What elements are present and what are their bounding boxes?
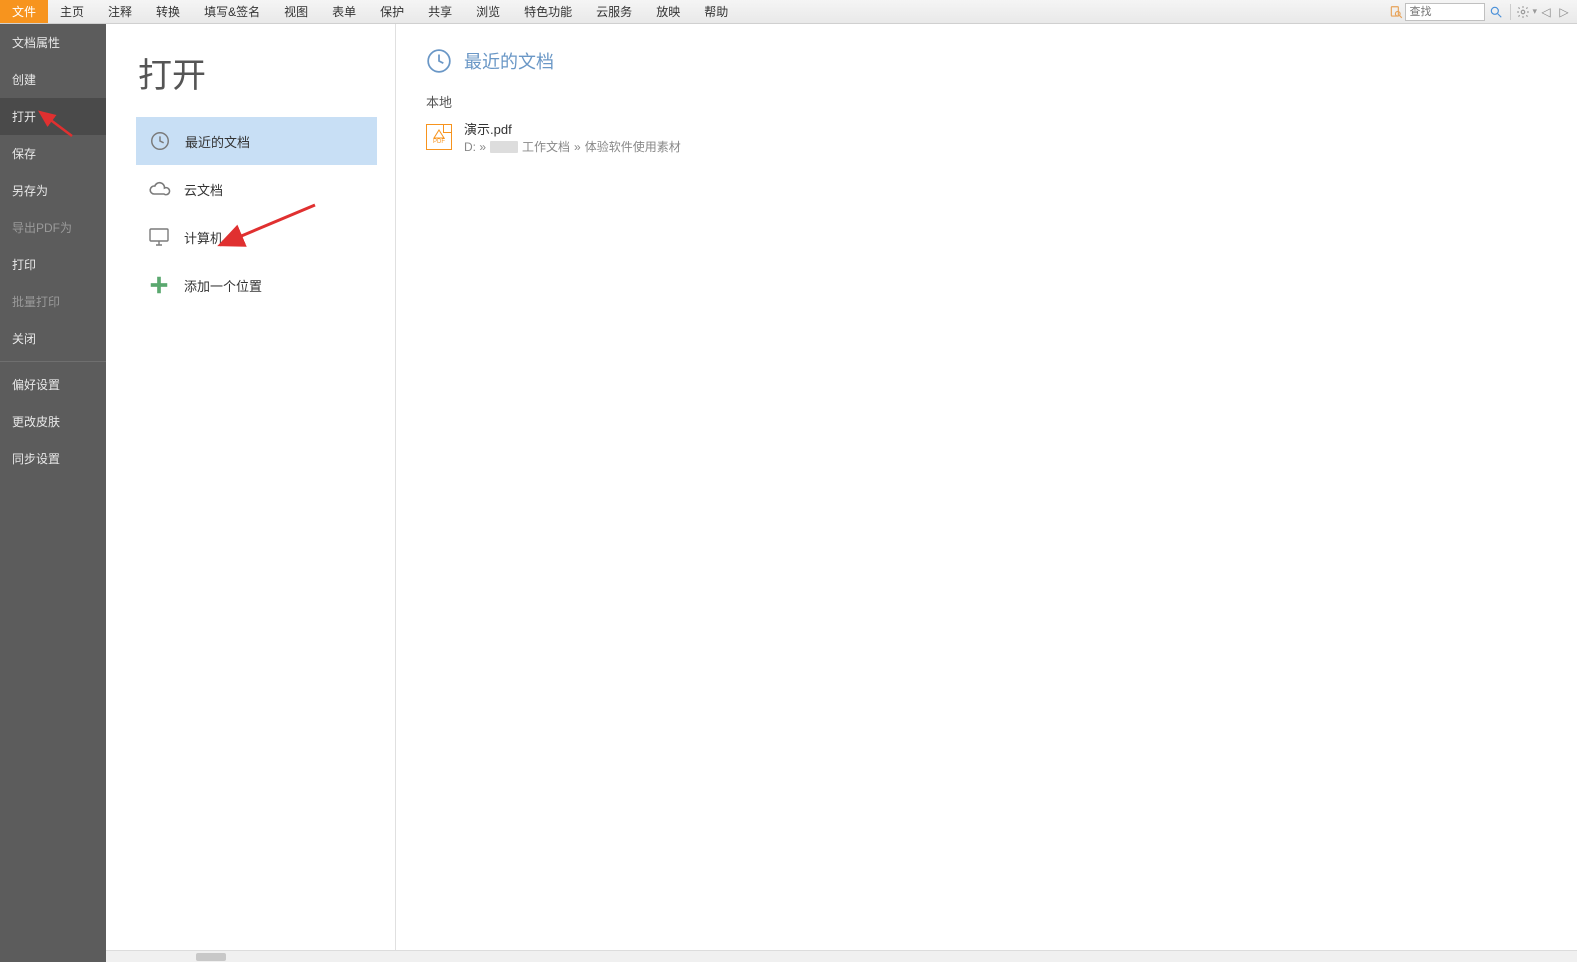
blurred-segment [490, 141, 518, 153]
sidebar-item-skin[interactable]: 更改皮肤 [0, 403, 106, 440]
sidebar-item-sync[interactable]: 同步设置 [0, 440, 106, 477]
option-label: 添加一个位置 [184, 276, 262, 295]
sidebar-item-close[interactable]: 关闭 [0, 320, 106, 357]
sidebar-item-open[interactable]: 打开 [0, 98, 106, 135]
nav-prev-icon[interactable]: ◁ [1537, 3, 1555, 21]
open-subpanel: 打开 最近的文档 云文档 计算机 添加一个位置 [106, 24, 396, 962]
option-cloud-docs[interactable]: 云文档 [136, 165, 377, 213]
scrollbar-thumb[interactable] [196, 953, 226, 961]
menu-tab-protect[interactable]: 保护 [368, 0, 416, 23]
option-label: 云文档 [184, 180, 223, 199]
option-computer[interactable]: 计算机 [136, 213, 377, 261]
menu-tab-browse[interactable]: 浏览 [464, 0, 512, 23]
sidebar-item-save-as[interactable]: 另存为 [0, 172, 106, 209]
option-label: 最近的文档 [185, 132, 250, 151]
menu-tab-fill-sign[interactable]: 填写&签名 [192, 0, 272, 23]
sidebar-item-print[interactable]: 打印 [0, 246, 106, 283]
horizontal-scrollbar[interactable] [106, 950, 1577, 962]
search-icon[interactable] [1485, 3, 1507, 21]
menu-tab-cloud[interactable]: 云服务 [584, 0, 644, 23]
recent-header-label: 最近的文档 [464, 48, 554, 74]
recent-header: 最近的文档 [426, 48, 1547, 74]
find-page-icon[interactable] [1387, 3, 1405, 21]
menubar-right: ▾ ◁ ▷ [1387, 0, 1577, 23]
menu-tab-share[interactable]: 共享 [416, 0, 464, 23]
file-name: 演示.pdf [464, 119, 681, 138]
nav-next-icon[interactable]: ▷ [1555, 3, 1573, 21]
recent-section-label: 本地 [426, 92, 1547, 111]
menu-tab-comment[interactable]: 注释 [96, 0, 144, 23]
file-path: D: » 工作文档 » 体验软件使用素材 [464, 138, 681, 155]
sidebar-item-save[interactable]: 保存 [0, 135, 106, 172]
option-label: 计算机 [184, 228, 223, 247]
main-panel: 最近的文档 本地 PDF 演示.pdf D: » 工作文档 » 体验软件使用素材 [396, 24, 1577, 962]
sidebar-separator [0, 361, 106, 362]
clock-icon [147, 128, 173, 154]
cloud-icon [146, 176, 172, 202]
menu-tab-form[interactable]: 表单 [320, 0, 368, 23]
gear-icon[interactable] [1514, 3, 1532, 21]
plus-icon [146, 272, 172, 298]
clock-icon [426, 48, 452, 74]
sidebar-item-properties[interactable]: 文档属性 [0, 24, 106, 61]
menu-tab-slideshow[interactable]: 放映 [644, 0, 692, 23]
menu-tab-help[interactable]: 帮助 [692, 0, 740, 23]
sidebar-item-export[interactable]: 导出PDF为 [0, 209, 106, 246]
menu-tab-convert[interactable]: 转换 [144, 0, 192, 23]
file-meta: 演示.pdf D: » 工作文档 » 体验软件使用素材 [464, 119, 681, 155]
menu-tab-features[interactable]: 特色功能 [512, 0, 584, 23]
search-input[interactable] [1405, 3, 1485, 21]
recent-file-row[interactable]: PDF 演示.pdf D: » 工作文档 » 体验软件使用素材 [426, 115, 1547, 159]
pdf-icon: PDF [426, 124, 452, 150]
option-recent-docs[interactable]: 最近的文档 [136, 117, 377, 165]
sidebar-item-create[interactable]: 创建 [0, 61, 106, 98]
option-add-location[interactable]: 添加一个位置 [136, 261, 377, 309]
subpanel-title: 打开 [106, 24, 395, 117]
menubar: 文件 主页 注释 转换 填写&签名 视图 表单 保护 共享 浏览 特色功能 云服… [0, 0, 1577, 24]
menu-tab-home[interactable]: 主页 [48, 0, 96, 23]
sidebar-item-preferences[interactable]: 偏好设置 [0, 366, 106, 403]
sidebar-item-batch-print[interactable]: 批量打印 [0, 283, 106, 320]
computer-icon [146, 224, 172, 250]
menu-tab-file[interactable]: 文件 [0, 0, 48, 23]
menu-tab-view[interactable]: 视图 [272, 0, 320, 23]
sidebar: 文档属性 创建 打开 保存 另存为 导出PDF为 打印 批量打印 关闭 偏好设置… [0, 24, 106, 962]
